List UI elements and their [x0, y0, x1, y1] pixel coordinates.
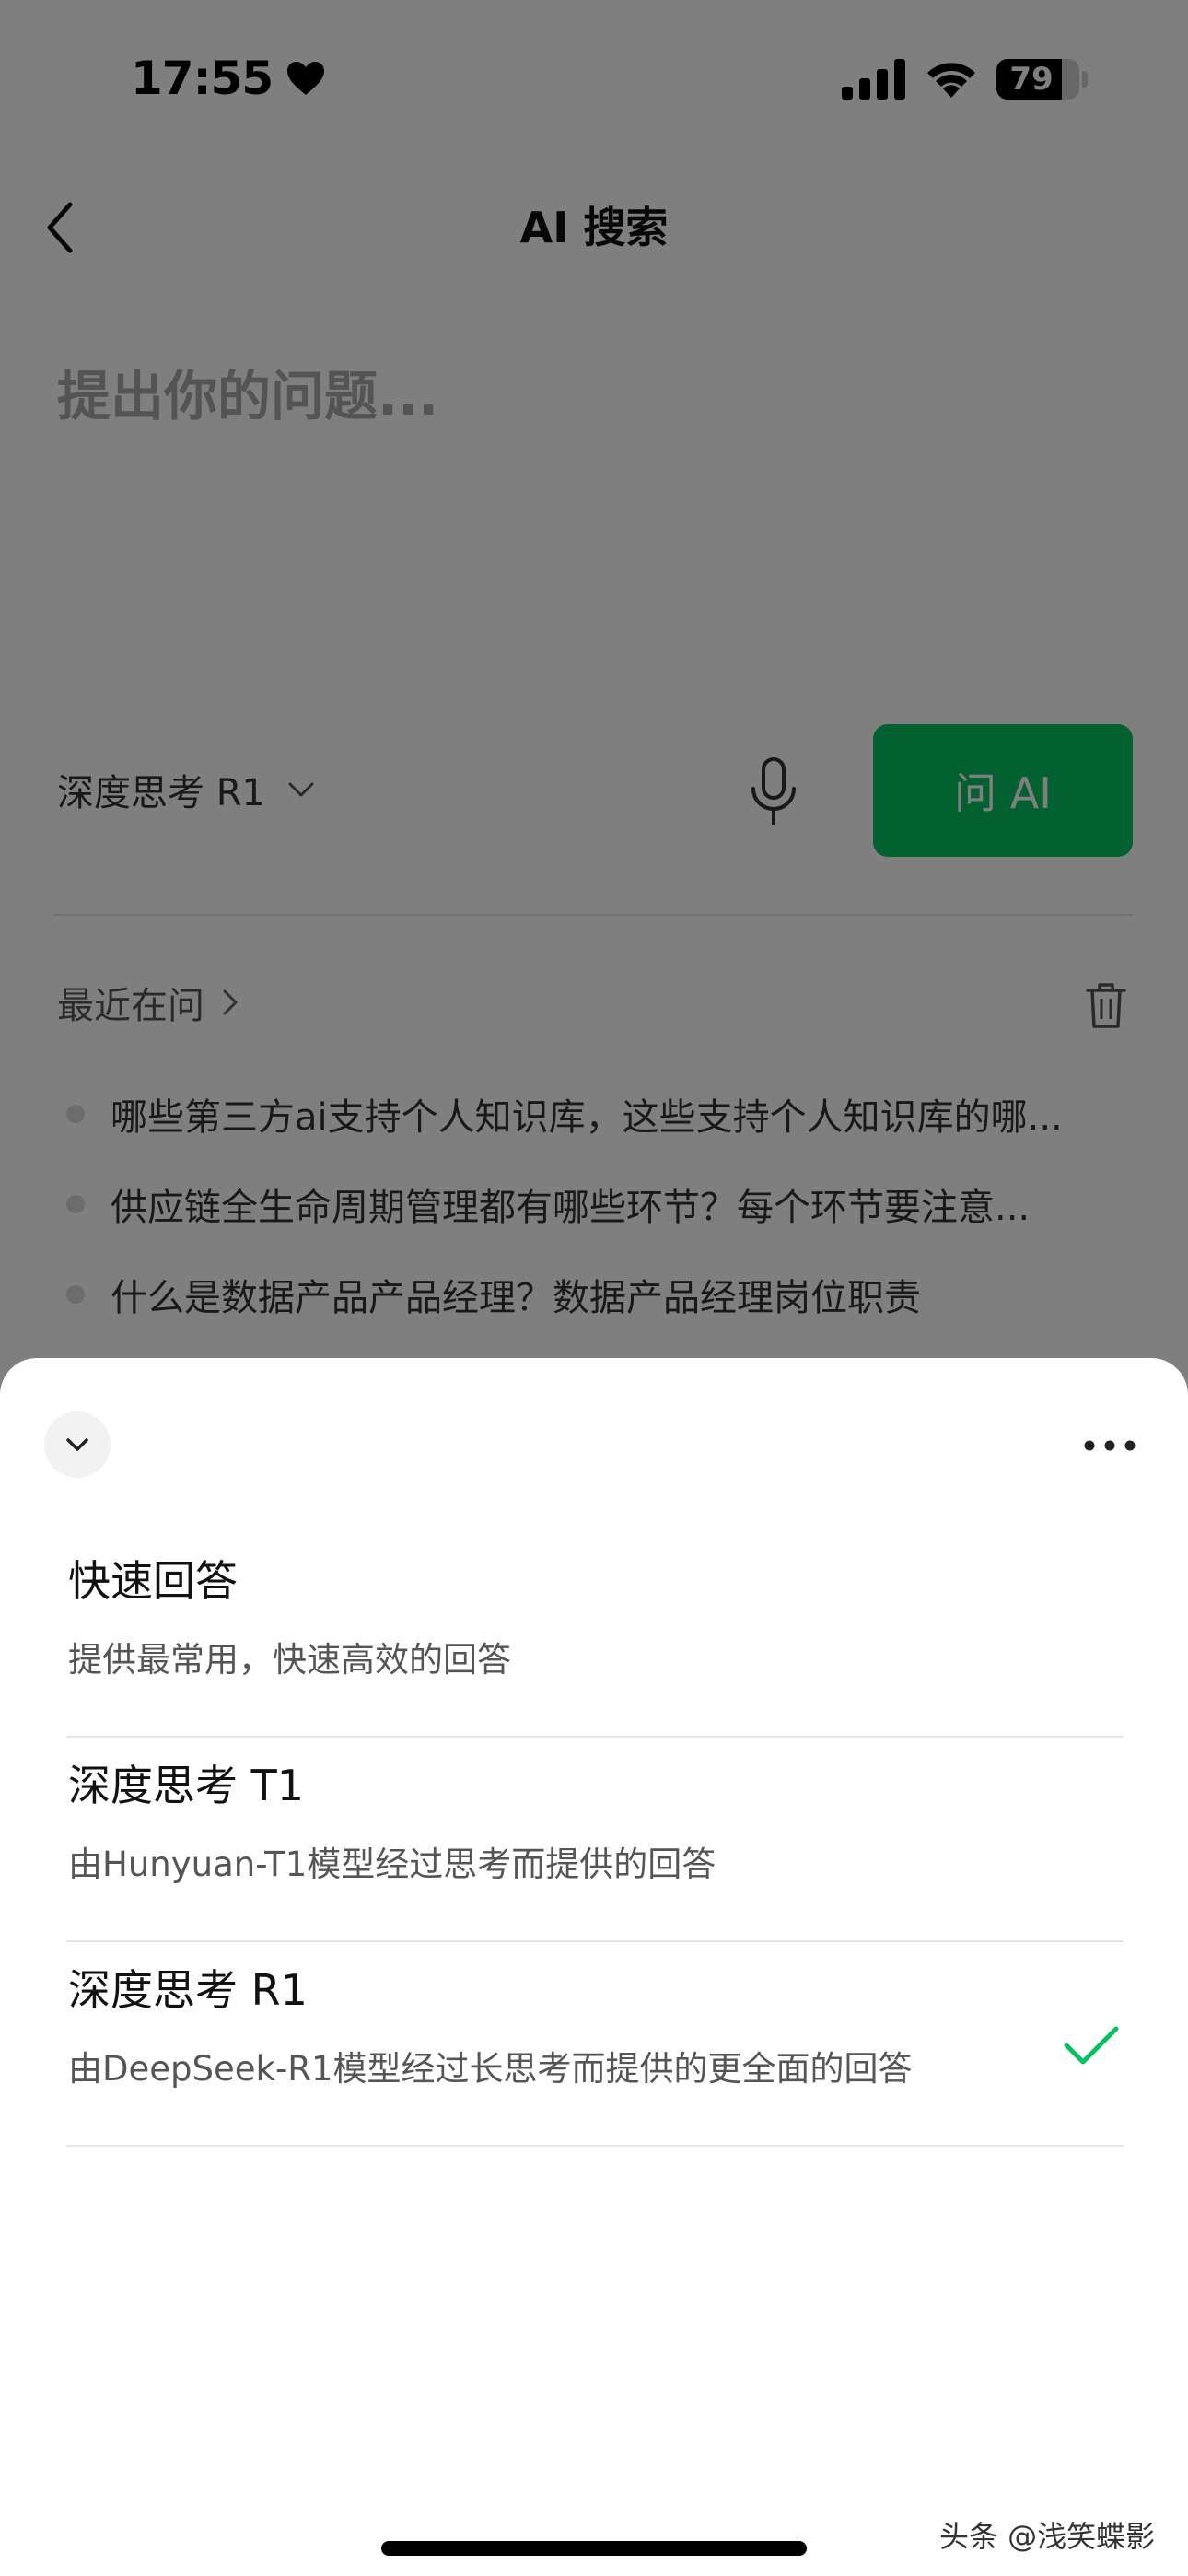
option-title: 深度思考 T1	[68, 1761, 304, 1810]
model-picker-sheet: 快速回答 提供最常用，快速高效的回答 深度思考 T1 由Hunyuan-T1模型…	[0, 1358, 1188, 2576]
option-title: 深度思考 R1	[68, 1965, 308, 2015]
home-indicator	[381, 2541, 807, 2556]
watermark: 头条 @浅笑蝶影	[939, 2519, 1156, 2554]
collapse-sheet-button[interactable]	[44, 1411, 111, 1478]
model-option-list: 快速回答 提供最常用，快速高效的回答 深度思考 T1 由Hunyuan-T1模型…	[66, 1533, 1124, 2147]
ai-search-page: 17:55 79 AI 搜索 提出你的问题... 深度思考 R1	[0, 0, 1188, 2576]
option-deep-think-t1[interactable]: 深度思考 T1 由Hunyuan-T1模型经过思考而提供的回答	[66, 1738, 1124, 1942]
option-deep-think-r1[interactable]: 深度思考 R1 由DeepSeek-R1模型经过长思考而提供的更全面的回答	[66, 1942, 1124, 2147]
option-description: 提供最常用，快速高效的回答	[68, 1640, 511, 1680]
check-icon	[1064, 2026, 1119, 2065]
option-title: 快速回答	[68, 1556, 238, 1606]
chevron-down-icon	[66, 1438, 88, 1451]
more-icon	[1084, 1440, 1136, 1451]
option-description: 由Hunyuan-T1模型经过思考而提供的回答	[68, 1844, 716, 1884]
option-description: 由DeepSeek-R1模型经过长思考而提供的更全面的回答	[68, 2049, 913, 2089]
more-options-button[interactable]	[1077, 1423, 1142, 1469]
option-fast-answer[interactable]: 快速回答 提供最常用，快速高效的回答	[66, 1533, 1124, 1738]
